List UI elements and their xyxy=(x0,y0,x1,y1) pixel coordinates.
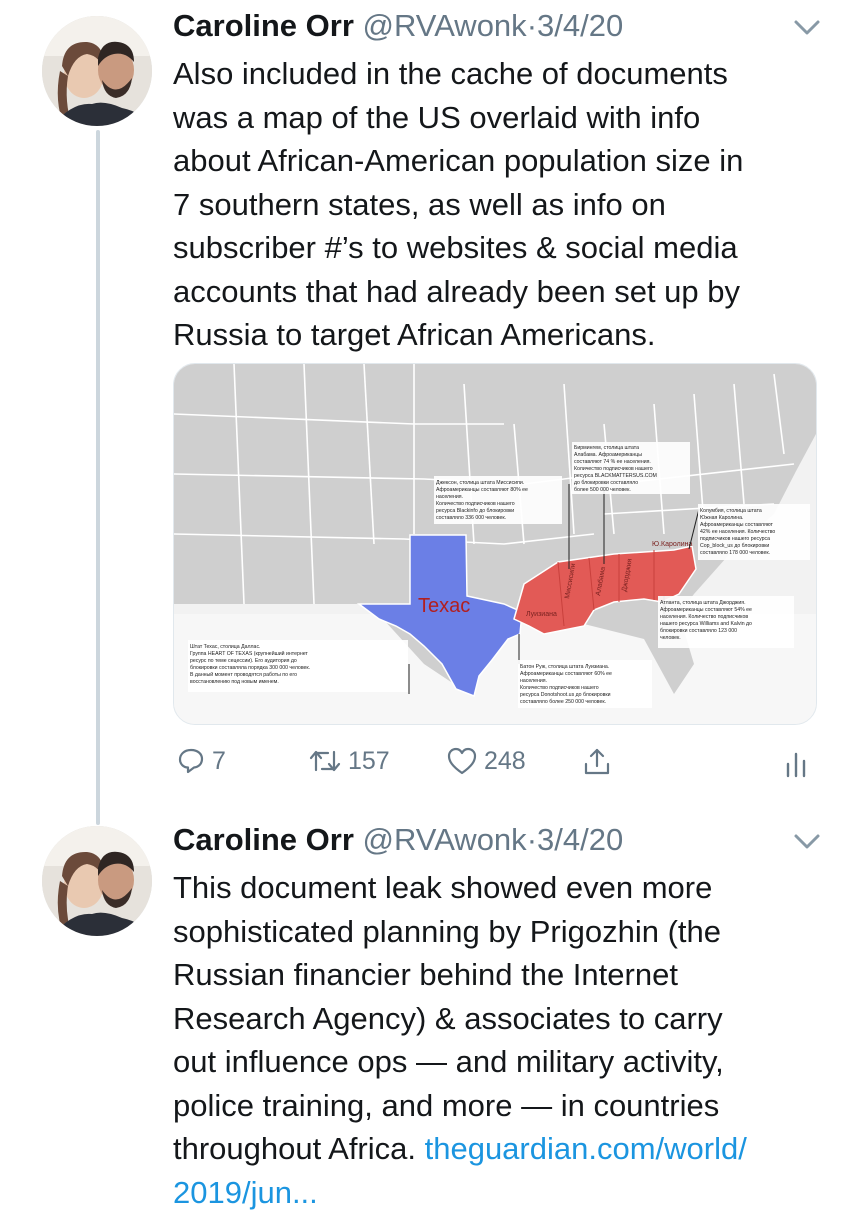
chevron-down-icon[interactable] xyxy=(792,832,822,852)
svg-text:человек.: человек. xyxy=(660,635,681,641)
svg-text:Атланта, столица штата Джорджи: Атланта, столица штата Джорджия. xyxy=(660,600,746,606)
tweet-header: Caroline Orr @RVAwonk·3/4/20 xyxy=(173,820,623,860)
tweet-header: Caroline Orr @RVAwonk·3/4/20 xyxy=(173,6,623,46)
retweet-count: 157 xyxy=(348,747,390,776)
svg-text:Алабама. Афроамериканцы: Алабама. Афроамериканцы xyxy=(574,452,642,458)
reply-count: 7 xyxy=(212,747,226,776)
svg-text:блокировки составляло 123 000: блокировки составляло 123 000 xyxy=(660,628,737,634)
avatar[interactable] xyxy=(42,826,152,936)
state-label: Ю.Каролина xyxy=(652,541,692,548)
share-icon xyxy=(582,746,612,778)
svg-text:Афроамериканцы составляют 80%: Афроамериканцы составляют 80% ее xyxy=(436,487,528,493)
reply-button[interactable]: 7 xyxy=(176,746,226,776)
svg-text:блокировки составляла порядка: блокировки составляла порядка 300 000 че… xyxy=(190,665,310,671)
tweet-text-line: Russian financier behind the Internet xyxy=(173,953,833,997)
svg-text:ресурса BLACKMATTERSUS.COM: ресурса BLACKMATTERSUS.COM xyxy=(574,473,657,479)
analytics-button[interactable] xyxy=(784,750,808,778)
svg-text:Афроамериканцы составляют: Афроамериканцы составляют xyxy=(700,522,774,528)
meta-separator: · xyxy=(527,822,537,857)
tweet-text-line: subscriber #’s to websites & social medi… xyxy=(173,226,833,270)
tweet-text: Also included in the cache of documents … xyxy=(173,52,833,357)
retweet-icon xyxy=(308,746,342,776)
tweet-text-line: 7 southern states, as well as info on xyxy=(173,183,833,227)
like-button[interactable]: 248 xyxy=(446,746,526,776)
tweet-text-line: sophisticated planning by Prigozhin (the xyxy=(173,910,833,954)
tweet-text-line: out influence ops — and military activit… xyxy=(173,1040,833,1084)
tweet-action-bar: 7 157 248 xyxy=(0,746,856,786)
svg-text:ресурса Donotshoot.us до блоки: ресурса Donotshoot.us до блокировки xyxy=(520,692,611,698)
svg-text:Афроамериканцы составляют 60%: Афроамериканцы составляют 60% ее xyxy=(520,671,612,677)
svg-text:Cop_block_us до блокировки: Cop_block_us до блокировки xyxy=(700,543,769,549)
meta-separator: · xyxy=(527,8,537,43)
map-texas-label: Texac xyxy=(418,595,470,617)
tweet-text-line: accounts that had already been set up by xyxy=(173,270,833,314)
tweet-text-line: throughout Africa. theguardian.com/world… xyxy=(173,1127,833,1171)
tweet-text: This document leak showed even more soph… xyxy=(173,866,833,1214)
chevron-down-icon[interactable] xyxy=(792,18,822,38)
svg-text:населения.: населения. xyxy=(436,494,463,500)
author-handle[interactable]: @RVAwonk xyxy=(363,8,527,43)
svg-text:населения.: населения. xyxy=(520,678,547,684)
tweet-date[interactable]: 3/4/20 xyxy=(537,8,623,43)
media-image[interactable]: Texac Луизиана Миссисипи Алабама Джорджи… xyxy=(173,363,817,725)
svg-text:Колумбия, столица штата: Колумбия, столица штата xyxy=(700,508,762,514)
svg-text:Батон Руж, столица штата Луизи: Батон Руж, столица штата Луизиана. xyxy=(520,664,609,670)
svg-text:ресурса Blackinfo до блокировк: ресурса Blackinfo до блокировки xyxy=(436,508,514,514)
analytics-icon xyxy=(784,750,808,778)
svg-text:Джексон, столица штата Миссиси: Джексон, столица штата Миссисипи. xyxy=(436,480,524,486)
annotation-louisiana: Батон Руж, столица штата Луизиана. Афроа… xyxy=(518,660,652,708)
svg-text:более 500 000 человек.: более 500 000 человек. xyxy=(574,487,631,493)
tweet-text-line: police training, and more — in countries xyxy=(173,1084,833,1128)
tweet-text-line: was a map of the US overlaid with info xyxy=(173,96,833,140)
tweet-1[interactable]: Caroline Orr @RVAwonk·3/4/20 Also includ… xyxy=(0,6,856,796)
us-map-image: Texac Луизиана Миссисипи Алабама Джорджи… xyxy=(174,364,816,724)
reply-icon xyxy=(176,746,206,776)
tweet-text-line: Also included in the cache of documents xyxy=(173,52,833,96)
svg-text:составляло 336 000 человек.: составляло 336 000 человек. xyxy=(436,515,506,521)
svg-text:Штат Техас, столица Даллас.: Штат Техас, столица Даллас. xyxy=(190,644,260,650)
tweet-date[interactable]: 3/4/20 xyxy=(537,822,623,857)
retweet-button[interactable]: 157 xyxy=(308,746,390,776)
like-icon xyxy=(446,746,478,776)
avatar[interactable] xyxy=(42,16,152,126)
svg-text:нашего ресурса Williams and Ka: нашего ресурса Williams and Kalvin до xyxy=(660,621,752,627)
svg-text:составляло 178 000 человек.: составляло 178 000 человек. xyxy=(700,550,770,556)
author-handle[interactable]: @RVAwonk xyxy=(363,822,527,857)
svg-text:Количество подписчиков нашего: Количество подписчиков нашего xyxy=(436,501,515,507)
like-count: 248 xyxy=(484,747,526,776)
svg-text:ресурс по теме сецессии). Его: ресурс по теме сецессии). Его аудитория … xyxy=(190,658,297,664)
svg-text:Количество подписчиков нашего: Количество подписчиков нашего xyxy=(520,685,599,691)
svg-text:составляют 74 % ее населения.: составляют 74 % ее населения. xyxy=(574,459,651,465)
svg-text:населения. Количество подписчи: населения. Количество подписчиков xyxy=(660,614,748,620)
tweet-text-line: Russia to target African Americans. xyxy=(173,313,833,357)
svg-text:Группа HEART OF TEXAS (крупней: Группа HEART OF TEXAS (крупнейший интерн… xyxy=(190,650,308,657)
annotation-south-carolina: Колумбия, столица штата Южная Каролина. … xyxy=(698,504,810,560)
annotation-alabama: Бирмингем, столица штата Алабама. Афроам… xyxy=(572,442,690,494)
svg-text:до блокировки составляло: до блокировки составляло xyxy=(574,480,638,486)
svg-text:42% ее населения. Количество: 42% ее населения. Количество xyxy=(700,529,775,535)
svg-text:Южная Каролина.: Южная Каролина. xyxy=(700,515,743,521)
tweet-text-line: Research Agency) & associates to carry xyxy=(173,997,833,1041)
state-label: Луизиана xyxy=(526,611,557,618)
svg-text:В данный момент проводятся раб: В данный момент проводятся работы по его xyxy=(190,671,297,678)
svg-text:Бирмингем, столица штата: Бирмингем, столица штата xyxy=(574,445,639,451)
annotation-mississippi: Джексон, столица штата Миссисипи. Афроам… xyxy=(434,476,562,524)
tweet-text-line: about African-American population size i… xyxy=(173,139,833,183)
svg-text:Количество подписчиков нашего: Количество подписчиков нашего xyxy=(574,466,653,472)
author-name[interactable]: Caroline Orr xyxy=(173,822,354,857)
share-button[interactable] xyxy=(582,746,612,778)
tweet-text-fragment: throughout Africa. xyxy=(173,1131,425,1166)
annotation-texas: Штат Техас, столица Даллас. Группа HEART… xyxy=(188,640,408,692)
tweet-text-line: This document leak showed even more xyxy=(173,866,833,910)
svg-text:восстановлению под новым имене: восстановлению под новым именем. xyxy=(190,679,279,685)
svg-text:подписчиков нашего ресурса: подписчиков нашего ресурса xyxy=(700,536,770,542)
article-link[interactable]: theguardian.com/world/ xyxy=(425,1131,747,1166)
svg-text:составляло более 250 000 челов: составляло более 250 000 человек. xyxy=(520,699,606,705)
svg-text:Афроамериканцы составляют 54%: Афроамериканцы составляют 54% ее xyxy=(660,607,752,613)
article-link[interactable]: 2019/jun... xyxy=(173,1175,318,1210)
author-name[interactable]: Caroline Orr xyxy=(173,8,354,43)
tweet-2[interactable]: Caroline Orr @RVAwonk·3/4/20 This docume… xyxy=(0,820,856,1200)
tweet-text-line: 2019/jun... xyxy=(173,1171,833,1214)
annotation-georgia: Атланта, столица штата Джорджия. Афроаме… xyxy=(658,596,794,648)
